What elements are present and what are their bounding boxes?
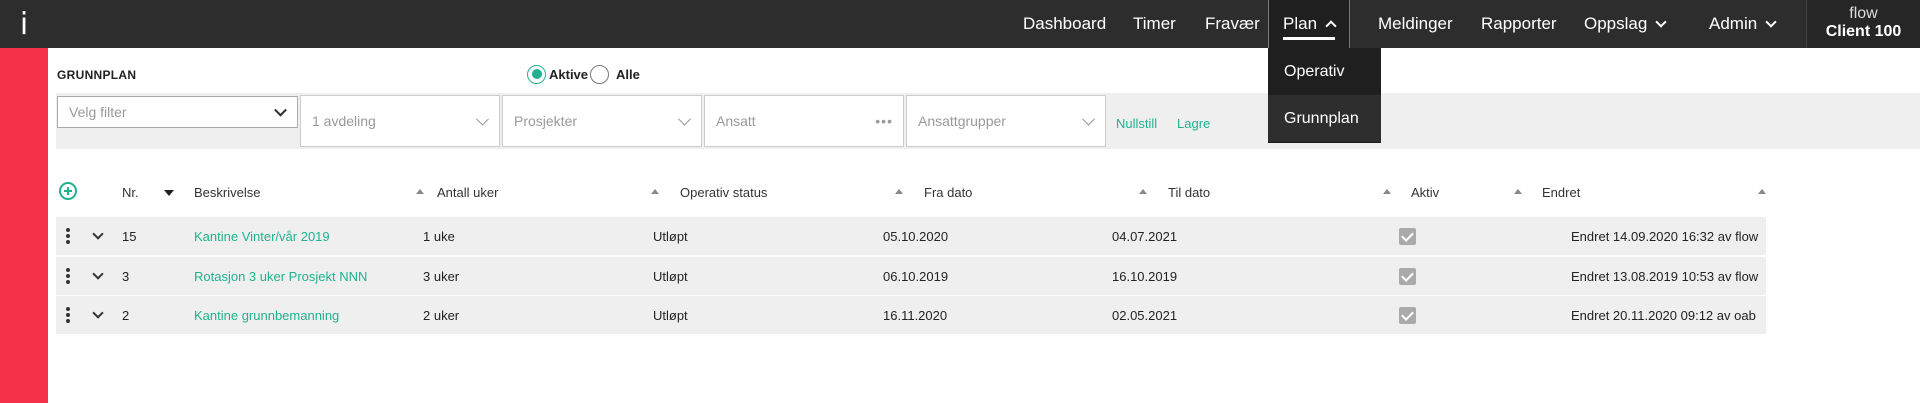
sort-desc-icon[interactable] [164, 190, 174, 196]
client-name: Client 100 [1825, 23, 1902, 40]
radio-unchecked-icon [590, 64, 609, 84]
nav-admin-label: Admin [1709, 14, 1758, 33]
sort-icon[interactable] [1514, 189, 1522, 194]
sidebar [0, 48, 48, 403]
table-row[interactable]: 3 Rotasjon 3 uker Prosjekt NNN 3 uker Ut… [56, 257, 1766, 295]
cell-status: Utløpt [653, 268, 688, 284]
cell-changed: Endret 20.11.2020 09:12 av oab [1571, 307, 1756, 323]
chevron-down-icon[interactable] [92, 307, 104, 319]
nav-fravaer[interactable]: Fravær [1205, 0, 1260, 48]
col-header-changed[interactable]: Endret [1542, 182, 1580, 202]
user-name: flow [1849, 5, 1878, 22]
client-selector[interactable]: flow Client 100 [1806, 0, 1920, 48]
cell-weeks: 3 uker [423, 268, 460, 284]
filter-department-value: 1 avdeling [312, 113, 376, 129]
app-logo[interactable]: i [0, 0, 48, 48]
cell-changed: Endret 13.08.2019 10:53 av flow [1571, 268, 1759, 284]
plan-dropdown-menu: Operativ Grunnplan [1268, 48, 1381, 143]
add-plan-icon[interactable] [59, 182, 77, 200]
radio-active-label: Aktive [549, 66, 589, 82]
menu-item-grunnplan[interactable]: Grunnplan [1268, 95, 1381, 142]
cell-weeks: 1 uke [423, 228, 455, 244]
col-header-weeks[interactable]: Antall uker [437, 182, 498, 202]
chevron-down-icon [1765, 16, 1777, 28]
chevron-down-icon [274, 103, 287, 117]
nav-plan-label: Plan [1283, 14, 1318, 33]
filter-employee-groups[interactable]: Ansattgrupper [906, 95, 1106, 147]
chevron-down-icon [678, 112, 691, 126]
col-header-description[interactable]: Beskrivelse [194, 182, 260, 202]
sort-icon[interactable] [1383, 189, 1391, 194]
col-header-active[interactable]: Aktiv [1411, 182, 1439, 202]
filter-employee-value: Ansatt [716, 113, 756, 129]
cell-nr: 15 [122, 228, 137, 244]
nav-oppslag[interactable]: Oppslag [1584, 0, 1667, 48]
cell-to-date: 16.10.2019 [1112, 268, 1178, 284]
filter-department[interactable]: 1 avdeling [300, 95, 500, 147]
cell-description-link[interactable]: Rotasjon 3 uker Prosjekt NNN [194, 257, 367, 295]
chevron-up-icon [1325, 20, 1337, 32]
cell-description-link[interactable]: Kantine Vinter/vår 2019 [194, 217, 330, 255]
cell-to-date: 02.05.2021 [1112, 307, 1178, 323]
nav-meldinger[interactable]: Meldinger [1378, 0, 1453, 48]
cell-nr: 2 [122, 307, 130, 323]
radio-checked-icon [527, 64, 546, 84]
filter-select-value: Velg filter [69, 104, 127, 120]
cell-status: Utløpt [653, 307, 688, 323]
sort-icon[interactable] [1139, 189, 1147, 194]
filter-employee[interactable]: Ansatt ••• [704, 95, 904, 147]
nav-admin[interactable]: Admin [1709, 0, 1777, 48]
chevron-down-icon [1655, 16, 1667, 28]
filter-projects[interactable]: Prosjekter [502, 95, 702, 147]
active-checkbox [1399, 228, 1416, 245]
nav-timer[interactable]: Timer [1133, 0, 1176, 48]
sort-icon[interactable] [895, 189, 903, 194]
chevron-down-icon [476, 112, 489, 126]
filter-projects-value: Prosjekter [514, 113, 578, 129]
kebab-menu-icon[interactable] [66, 307, 70, 323]
col-header-to-date[interactable]: Til dato [1168, 182, 1210, 202]
nav-dashboard[interactable]: Dashboard [1023, 0, 1106, 48]
table-row[interactable]: 2 Kantine grunnbemanning 2 uker Utløpt 1… [56, 296, 1766, 334]
filter-select[interactable]: Velg filter [57, 96, 298, 128]
kebab-menu-icon[interactable] [66, 268, 70, 284]
col-header-operative-status[interactable]: Operativ status [680, 182, 767, 202]
sort-icon[interactable] [416, 189, 424, 194]
chevron-down-icon[interactable] [92, 268, 104, 280]
sort-icon[interactable] [651, 189, 659, 194]
cell-weeks: 2 uker [423, 307, 460, 323]
radio-all[interactable]: Alle [590, 64, 640, 84]
more-dots-icon: ••• [875, 113, 893, 129]
col-header-nr[interactable]: Nr. [122, 182, 139, 202]
chevron-down-icon [1082, 112, 1095, 126]
cell-from-date: 05.10.2020 [883, 228, 949, 244]
reset-link[interactable]: Nullstill [1116, 116, 1157, 131]
cell-nr: 3 [122, 268, 130, 284]
top-navigation-bar: i Dashboard Timer Fravær Plan Meldinger … [0, 0, 1920, 48]
kebab-menu-icon[interactable] [66, 228, 70, 244]
sort-icon[interactable] [1758, 189, 1766, 194]
nav-oppslag-label: Oppslag [1584, 14, 1648, 33]
table-row[interactable]: 15 Kantine Vinter/vår 2019 1 uke Utløpt … [56, 217, 1766, 255]
radio-active[interactable]: Aktive [527, 64, 588, 84]
cell-description-link[interactable]: Kantine grunnbemanning [194, 296, 339, 334]
active-checkbox [1399, 268, 1416, 285]
radio-all-label: Alle [616, 66, 640, 82]
cell-status: Utløpt [653, 228, 688, 244]
cell-from-date: 16.11.2020 [883, 307, 948, 323]
menu-item-operativ[interactable]: Operativ [1268, 48, 1381, 95]
cell-changed: Endret 14.09.2020 16:32 av flow [1571, 228, 1759, 244]
cell-from-date: 06.10.2019 [883, 268, 949, 284]
save-link[interactable]: Lagre [1177, 116, 1210, 131]
page-title: GRUNNPLAN [57, 68, 137, 82]
cell-to-date: 04.07.2021 [1112, 228, 1178, 244]
nav-active-indicator [1283, 37, 1336, 40]
chevron-down-icon[interactable] [92, 228, 104, 240]
nav-plan[interactable]: Plan [1268, 0, 1351, 48]
active-checkbox [1399, 307, 1416, 324]
filter-employee-groups-value: Ansattgrupper [918, 113, 1006, 129]
col-header-from-date[interactable]: Fra dato [924, 182, 972, 202]
nav-rapporter[interactable]: Rapporter [1481, 0, 1557, 48]
